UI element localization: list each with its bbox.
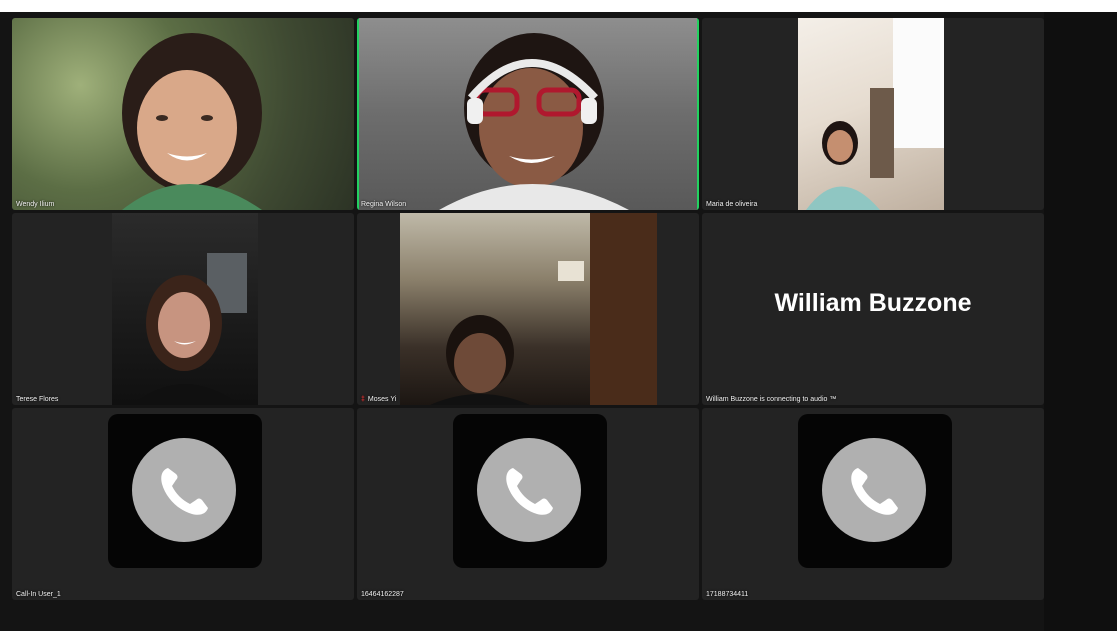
participant-name: 17188734411 [706,591,749,598]
participant-tile-william[interactable]: William Buzzone William Buzzone is conne… [702,213,1044,405]
participant-name: 16464162287 [361,591,404,598]
gallery-view: Wendy Ilium Regina Wilson Maria de olive… [12,18,1044,600]
person-silhouette [122,33,262,210]
right-panel-strip [1044,12,1117,631]
participant-name: Terese Flores [16,396,59,403]
participant-tile-terese[interactable]: Terese Flores [12,213,354,405]
participant-name: Regina Wilson [361,201,407,208]
participant-name: Maria de oliveira [706,201,758,208]
participant-video [112,213,258,405]
participant-video [12,18,354,210]
participant-tile-regina[interactable]: Regina Wilson [357,18,699,210]
participant-video [400,213,657,405]
participant-name: Wendy Ilium [16,201,55,208]
participant-tile-maria[interactable]: Maria de oliveira [702,18,1044,210]
participant-tile-moses[interactable]: ‡ Moses Yi [357,213,699,405]
person-silhouette [430,213,657,405]
participant-tile-callin-2[interactable]: 16464162287 [357,408,699,600]
phone-icon [132,438,236,542]
phone-avatar [798,414,952,568]
participant-tile-callin-1[interactable]: Call-In User_1 [12,408,354,600]
mic-muted-icon: ‡ [361,396,365,403]
participant-video [798,18,944,210]
participant-tile-callin-3[interactable]: 17188734411 [702,408,1044,600]
participant-display-name: William Buzzone [774,289,972,317]
phone-icon [822,438,926,542]
participant-name: Call-In User_1 [16,591,61,598]
participant-video [359,18,697,210]
participant-name: ‡ Moses Yi [361,396,396,403]
person-silhouette [806,18,944,210]
person-silhouette [132,253,247,405]
phone-avatar [108,414,262,568]
participant-tile-wendy[interactable]: Wendy Ilium [12,18,354,210]
person-silhouette [439,33,629,210]
participant-status: William Buzzone is connecting to audio ™ [706,396,837,403]
phone-avatar [453,414,607,568]
phone-icon [477,438,581,542]
top-bar [0,0,1117,12]
participant-name-text: Moses Yi [367,396,397,403]
